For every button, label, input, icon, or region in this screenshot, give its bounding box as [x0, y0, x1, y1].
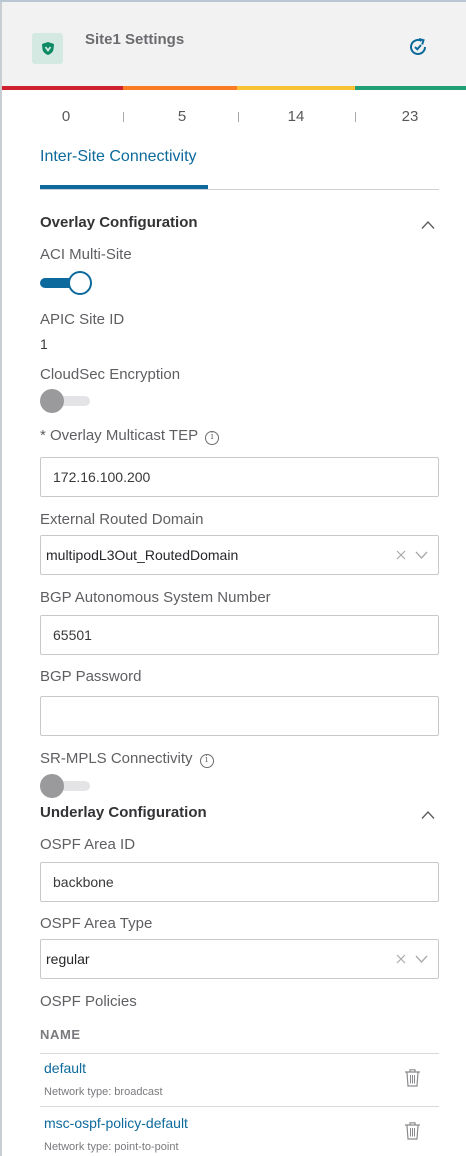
count-critical[interactable]: 0 [36, 108, 96, 125]
refresh-check-icon[interactable] [406, 35, 430, 59]
table-divider [40, 1106, 439, 1107]
external-routed-domain-value: multipodL3Out_RoutedDomain [46, 547, 239, 563]
shield-icon [32, 33, 63, 64]
bgp-password-label: BGP Password [40, 668, 142, 685]
apic-site-id-value: 1 [40, 336, 48, 352]
bgp-asn-value: 65501 [53, 627, 92, 643]
trash-icon[interactable] [404, 1121, 421, 1140]
sr-mpls-label: SR-MPLS Connectivity i [40, 750, 214, 768]
ospf-area-type-select[interactable]: regular [40, 939, 439, 979]
cloudsec-label: CloudSec Encryption [40, 366, 181, 383]
panel-header: Site1 Settings [2, 2, 466, 86]
policies-column-header: NAME [40, 1027, 81, 1042]
external-routed-domain-label: External Routed Domain [40, 511, 204, 528]
toggle-knob [40, 774, 64, 798]
info-icon[interactable]: i [199, 754, 214, 768]
cloudsec-toggle[interactable] [40, 389, 90, 413]
policy-network-type: Network type: broadcast [44, 1086, 163, 1098]
count-separator [238, 112, 239, 122]
ospf-area-type-label: OSPF Area Type [40, 915, 153, 932]
aci-multisite-label: ACI Multi-Site [40, 246, 132, 263]
count-major[interactable]: 5 [152, 108, 212, 125]
trash-icon[interactable] [404, 1068, 421, 1087]
chevron-down-icon[interactable] [415, 551, 428, 559]
ospf-area-type-value: regular [46, 951, 90, 967]
ospf-policies-label: OSPF Policies [40, 993, 137, 1010]
policy-name-link[interactable]: msc-ospf-policy-default [44, 1115, 188, 1131]
table-divider [40, 1053, 439, 1054]
ospf-area-id-value: backbone [53, 874, 114, 890]
multicast-tep-label: * Overlay Multicast TEP i [40, 427, 220, 445]
clear-icon[interactable] [395, 953, 407, 965]
aci-multisite-toggle[interactable] [40, 271, 92, 295]
chevron-down-icon[interactable] [415, 955, 428, 963]
tab-divider [40, 189, 439, 190]
count-separator [355, 112, 356, 122]
chevron-up-icon[interactable] [421, 810, 435, 820]
multicast-tep-input[interactable]: 172.16.100.200 [40, 457, 439, 497]
info-icon[interactable]: i [205, 431, 220, 445]
overlay-section-title: Overlay Configuration [40, 214, 198, 231]
clear-icon[interactable] [395, 549, 407, 561]
apic-site-id-label: APIC Site ID [40, 311, 125, 328]
bgp-asn-label: BGP Autonomous System Number [40, 589, 271, 606]
chevron-up-icon[interactable] [421, 220, 435, 230]
multicast-tep-value: 172.16.100.200 [53, 469, 151, 485]
panel-title: Site1 Settings [85, 31, 185, 48]
bgp-password-input[interactable] [40, 696, 439, 736]
panel-left-border [0, 0, 2, 1156]
policy-network-type: Network type: point-to-point [44, 1141, 179, 1153]
external-routed-domain-select[interactable]: multipodL3Out_RoutedDomain [40, 535, 439, 575]
toggle-knob [68, 271, 92, 295]
sr-mpls-label-text: SR-MPLS Connectivity [40, 750, 193, 767]
count-minor[interactable]: 14 [266, 108, 326, 125]
underlay-section-title: Underlay Configuration [40, 804, 207, 821]
fault-counts: 0 5 14 23 [2, 90, 466, 142]
count-separator [123, 112, 124, 122]
sr-mpls-toggle[interactable] [40, 774, 90, 798]
count-warning[interactable]: 23 [380, 108, 440, 125]
multicast-tep-label-text: * Overlay Multicast TEP [40, 427, 199, 444]
ospf-area-id-label: OSPF Area ID [40, 836, 136, 853]
ospf-area-id-input[interactable]: backbone [40, 862, 439, 902]
toggle-knob [40, 389, 64, 413]
policy-name-link[interactable]: default [44, 1060, 86, 1076]
tab-inter-site-connectivity[interactable]: Inter-Site Connectivity [40, 148, 197, 166]
bgp-asn-input[interactable]: 65501 [40, 615, 439, 655]
